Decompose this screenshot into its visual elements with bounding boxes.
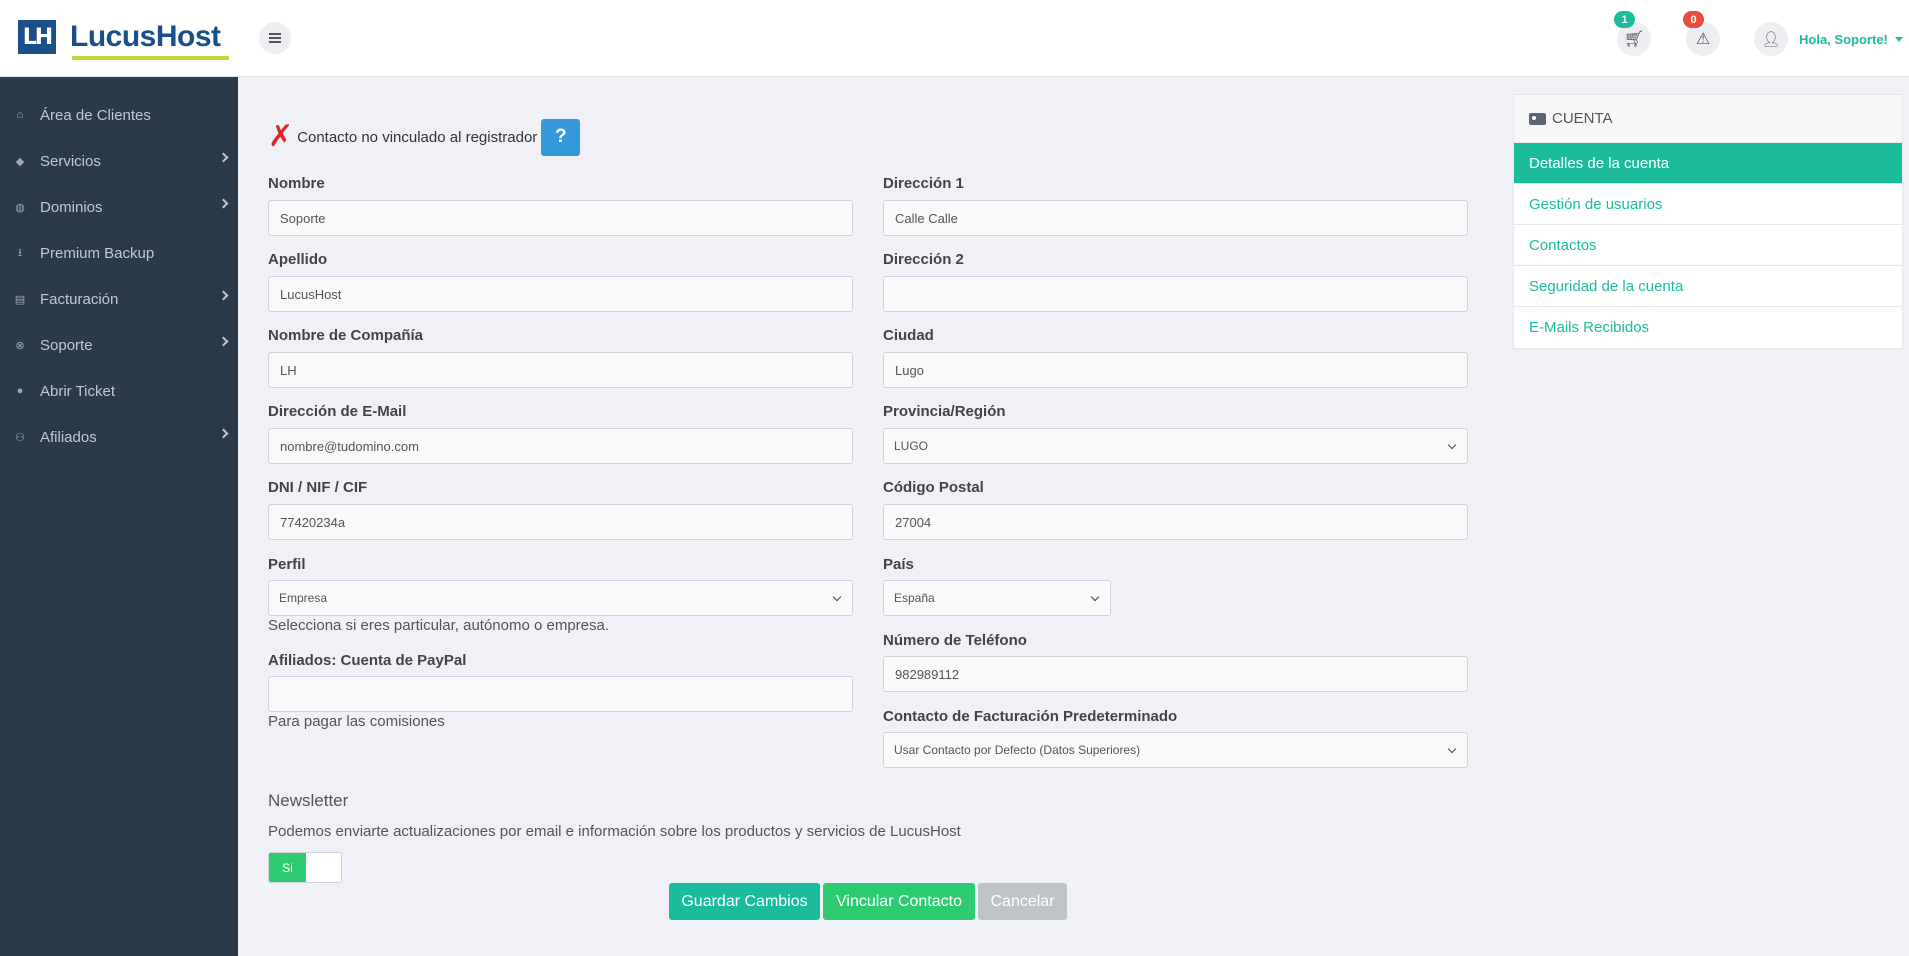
cart-count-badge: 1 [1614, 11, 1635, 28]
chevron-right-icon [218, 290, 229, 301]
email-label: Dirección de E-Mail [268, 403, 407, 420]
notifications-button[interactable]: ⚠ 0 [1683, 11, 1720, 56]
cancel-button[interactable]: Cancelar [978, 883, 1067, 920]
address1-field[interactable]: Calle Calle [883, 200, 1468, 236]
postcode-label: Código Postal [883, 479, 984, 496]
caret-down-icon [1894, 36, 1903, 42]
top-header: LH LucusHost 🛒︎ 1 ⚠ 0 👤︎ Hola, Soporte! [0, 0, 1909, 77]
profile-label: Perfil [268, 556, 306, 573]
account-details-link[interactable]: Detalles de la cuenta [1514, 143, 1902, 184]
invoice-icon: ▤ [14, 293, 26, 306]
state-label: Provincia/Región [883, 403, 1006, 420]
newsletter-description: Podemos enviarte actualizaciones por ema… [268, 823, 961, 840]
phone-label: Número de Teléfono [883, 632, 1027, 649]
tax-id-field[interactable]: 77420234a [268, 504, 853, 540]
first-name-label: Nombre [268, 175, 325, 192]
contacts-link[interactable]: Contactos [1514, 225, 1902, 266]
registrar-status-text: Contacto no vinculado al registrador [297, 128, 538, 146]
cart-button[interactable]: 🛒︎ 1 [1614, 11, 1651, 56]
sidebar-item-label: Facturación [40, 290, 119, 308]
sidebar-item-label: Abrir Ticket [40, 382, 116, 400]
sidebar-item-label: Soporte [40, 336, 93, 354]
state-select[interactable]: LUGO [883, 428, 1468, 464]
users-icon: ⚇ [15, 431, 25, 444]
sidebar-item-label: Dominios [40, 198, 103, 216]
phone-field[interactable]: 982989112 [883, 656, 1468, 692]
company-label: Nombre de Compañía [268, 327, 424, 344]
sidebar-item-label: Servicios [40, 152, 101, 170]
sidebar-item-soporte[interactable]: ⊗ Soporte [0, 322, 238, 368]
logo-text: LucusHost [70, 20, 229, 60]
home-icon: ⌂ [16, 109, 24, 121]
sidebar-item-label: Área de Clientes [40, 106, 151, 124]
account-panel-title: CUENTA [1552, 110, 1613, 127]
comment-icon: ● [16, 385, 24, 397]
sidebar-item-dominios[interactable]: ◍ Dominios [0, 184, 238, 230]
lifebuoy-icon: ⊗ [15, 339, 25, 352]
city-label: Ciudad [883, 327, 934, 344]
address2-label: Dirección 2 [883, 251, 964, 268]
sidebar-item-servicios[interactable]: ◆ Servicios [0, 138, 238, 184]
sidebar-item-premium-backup[interactable]: ⭳ Premium Backup [0, 230, 238, 276]
user-menu[interactable]: 👤︎ Hola, Soporte! [1754, 22, 1903, 56]
user-greeting: Hola, Soporte! [1799, 31, 1888, 47]
alerts-count-badge: 0 [1683, 11, 1704, 28]
tax-id-label: DNI / NIF / CIF [268, 479, 368, 496]
registrar-status: ✗ Contacto no vinculado al registrador ? [268, 118, 581, 156]
email-field[interactable]: nombre@tudomino.com [268, 428, 853, 464]
warning-icon: ⚠ [1695, 31, 1711, 48]
newsletter-toggle[interactable]: Si [268, 852, 342, 883]
postcode-field[interactable]: 27004 [883, 504, 1468, 540]
sidebar-item-label: Afiliados [40, 428, 97, 446]
chevron-right-icon [218, 198, 229, 209]
cross-icon: ✗ [268, 119, 294, 154]
cart-icon: 🛒︎ [1623, 31, 1645, 48]
chevron-right-icon [218, 152, 229, 163]
menu-toggle-button[interactable] [259, 22, 291, 54]
cube-icon: ◆ [15, 155, 25, 168]
account-security-link[interactable]: Seguridad de la cuenta [1514, 266, 1902, 307]
company-field[interactable]: LH [268, 352, 853, 388]
download-icon: ⭳ [18, 246, 22, 259]
first-name-field[interactable]: Soporte [268, 200, 853, 236]
sidebar-item-afiliados[interactable]: ⚇ Afiliados [0, 414, 238, 460]
sidebar: ⌂ Área de Clientes ◆ Servicios ◍ Dominio… [0, 77, 238, 956]
help-button[interactable]: ? [541, 118, 581, 156]
logo[interactable]: LH LucusHost [18, 19, 229, 60]
user-avatar-icon: 👤︎ [1754, 22, 1788, 56]
link-contact-button[interactable]: Vincular Contacto [823, 883, 975, 920]
billing-contact-label: Contacto de Facturación Predeterminado [883, 708, 1178, 725]
hamburger-icon [269, 37, 281, 39]
user-management-link[interactable]: Gestión de usuarios [1514, 184, 1902, 225]
last-name-field[interactable]: LucusHost [268, 276, 853, 312]
logo-mark: LH [18, 20, 56, 54]
sidebar-item-facturacion[interactable]: ▤ Facturación [0, 276, 238, 322]
chevron-right-icon [218, 336, 229, 347]
last-name-label: Apellido [268, 251, 328, 268]
chevron-right-icon [218, 428, 229, 439]
account-panel: CUENTA Detalles de la cuenta Gestión de … [1513, 94, 1903, 349]
sidebar-item-area-clientes[interactable]: ⌂ Área de Clientes [0, 92, 238, 138]
sidebar-item-abrir-ticket[interactable]: ● Abrir Ticket [0, 368, 238, 414]
globe-icon: ◍ [15, 201, 25, 214]
country-select[interactable]: España [883, 580, 1111, 616]
id-card-icon [1529, 112, 1546, 125]
profile-select[interactable]: Empresa [268, 580, 853, 616]
sidebar-item-label: Premium Backup [40, 244, 155, 262]
city-field[interactable]: Lugo [883, 352, 1468, 388]
paypal-field[interactable] [268, 676, 853, 712]
newsletter-heading: Newsletter [268, 791, 349, 810]
paypal-label: Afiliados: Cuenta de PayPal [268, 652, 467, 669]
address2-field[interactable] [883, 276, 1468, 312]
address1-label: Dirección 1 [883, 175, 964, 192]
save-changes-button[interactable]: Guardar Cambios [669, 883, 820, 920]
profile-help-text: Selecciona si eres particular, autónomo … [268, 617, 610, 634]
paypal-help-text: Para pagar las comisiones [268, 713, 445, 730]
country-label: País [883, 556, 914, 573]
account-panel-header: CUENTA [1514, 95, 1902, 143]
toggle-on-label: Si [269, 853, 306, 882]
received-emails-link[interactable]: E-Mails Recibidos [1514, 307, 1902, 348]
billing-contact-select[interactable]: Usar Contacto por Defecto (Datos Superio… [883, 732, 1468, 768]
